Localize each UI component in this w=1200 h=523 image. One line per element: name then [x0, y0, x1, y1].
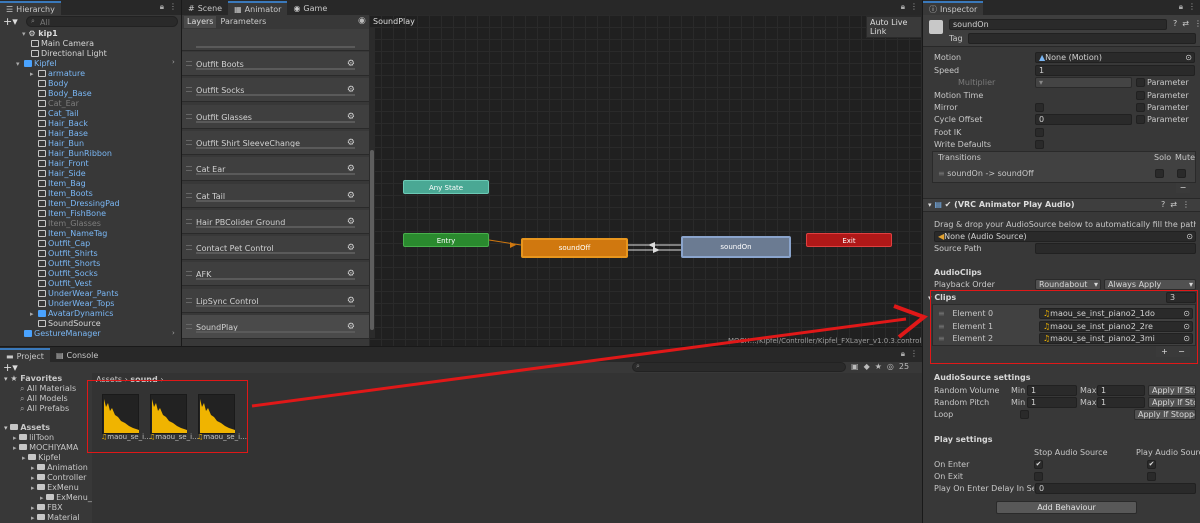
annotation-arrow-line — [251, 317, 907, 408]
annotation-arrow — [251, 304, 929, 408]
